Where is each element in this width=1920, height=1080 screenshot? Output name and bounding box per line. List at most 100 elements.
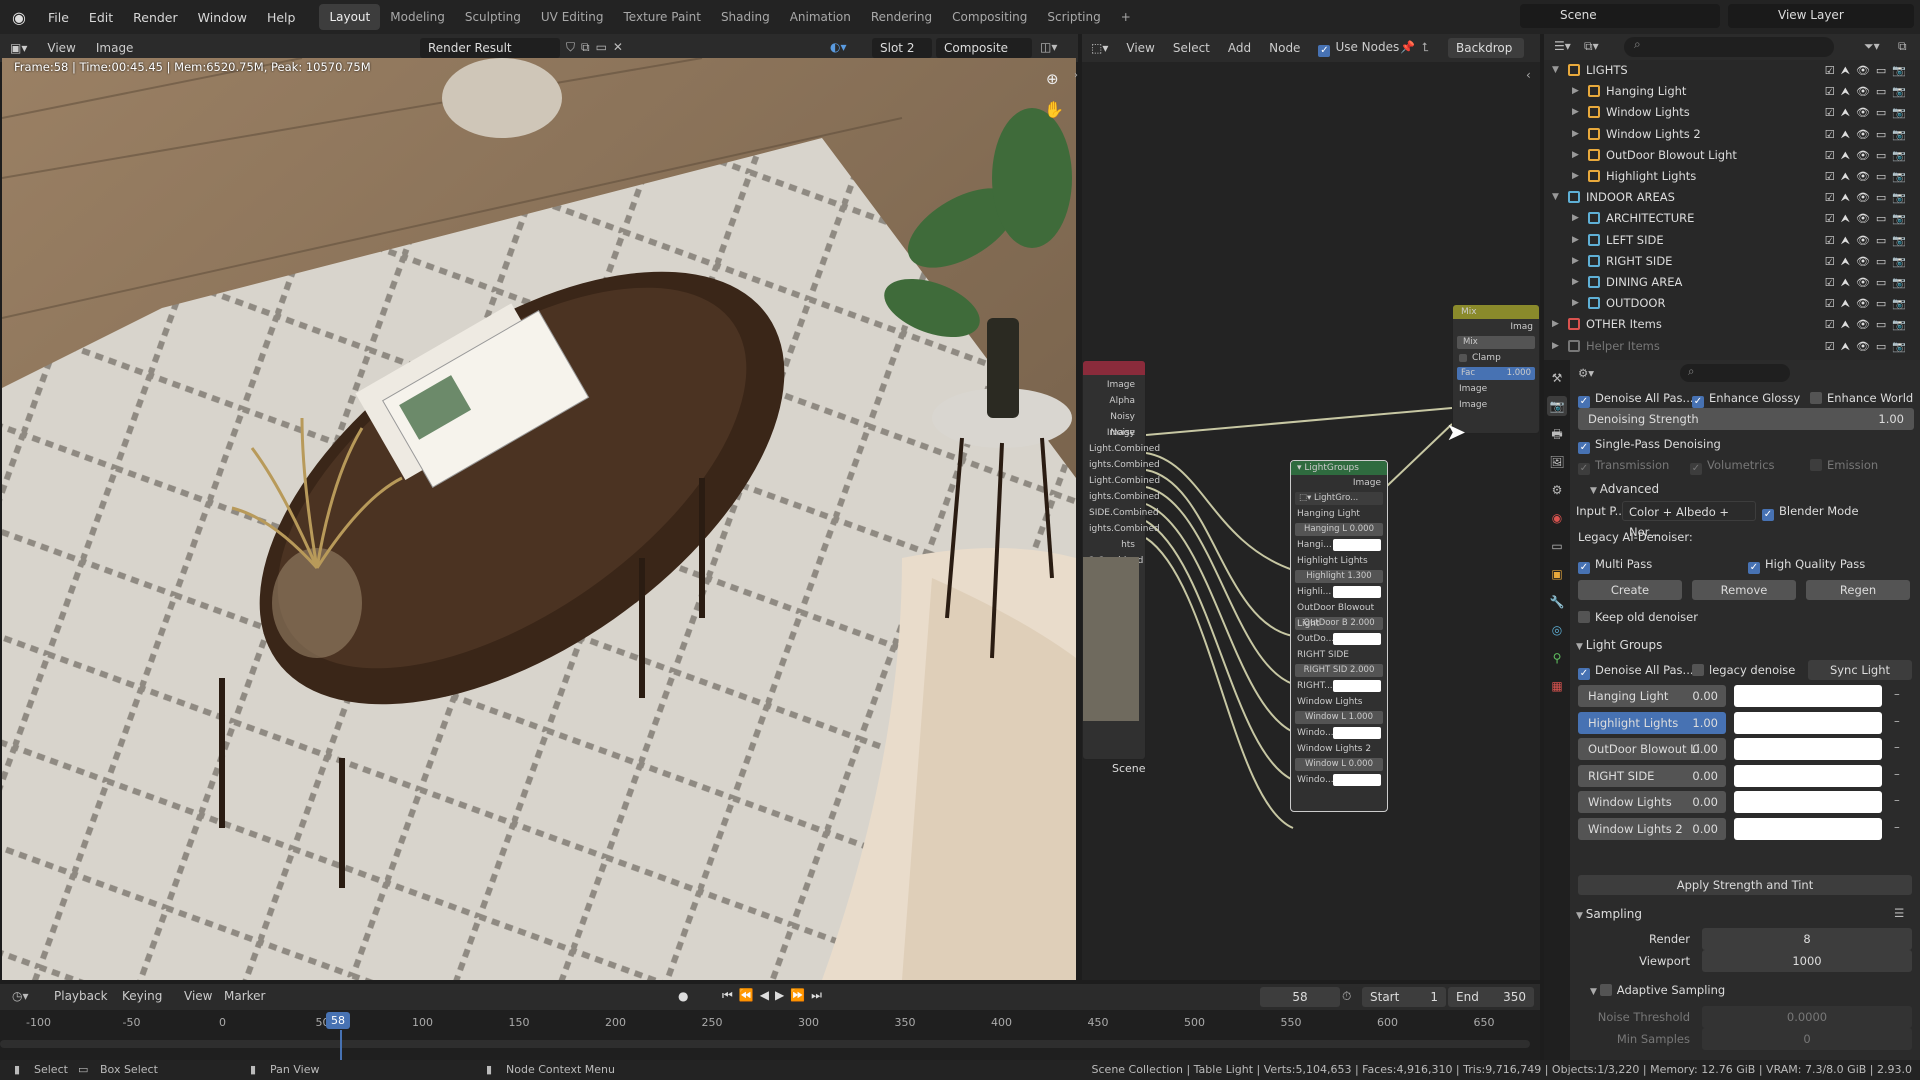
- stopwatch-icon[interactable]: ⏱: [1342, 989, 1351, 1004]
- marker-menu[interactable]: Marker: [224, 989, 265, 1003]
- lightgroup-selector[interactable]: ⬚▾ LightGro...: [1295, 492, 1383, 505]
- menu-help[interactable]: Help: [257, 10, 306, 25]
- denoise-all-passes-checkbox[interactable]: ✓ Denoise All Pas...: [1578, 387, 1694, 409]
- tab-texture-paint[interactable]: Texture Paint: [614, 4, 711, 30]
- lightgroup-color-input[interactable]: Hangi...: [1291, 537, 1387, 553]
- expand-right-icon[interactable]: ▶: [1552, 336, 1559, 357]
- lightgroup-strength-field[interactable]: Hanging L 0.000: [1295, 523, 1383, 536]
- mix-fac-slider[interactable]: Fac 1.000: [1457, 367, 1535, 380]
- lightgroup-color-swatch[interactable]: [1333, 774, 1381, 786]
- input-passes-dropdown[interactable]: Color + Albedo + Nor...: [1622, 501, 1756, 539]
- mix-clamp-checkbox[interactable]: Clamp: [1453, 350, 1539, 366]
- sidebar-toggle-icon[interactable]: ◫▾: [1040, 40, 1057, 54]
- light-group-strength-slider[interactable]: RIGHT SIDE 0.00: [1578, 764, 1726, 787]
- expand-right-icon[interactable]: ▶: [1572, 81, 1579, 102]
- outliner-search-input[interactable]: ⌕: [1624, 37, 1834, 57]
- filter-icon[interactable]: ⏷▾: [1864, 39, 1880, 54]
- outliner-row[interactable]: ▶ Window Lights ☑⮝👁▭📷: [1544, 102, 1920, 123]
- chevron-left-icon[interactable]: ‹: [1526, 68, 1531, 82]
- playback-controls-icon[interactable]: ⏮⏪◀▶⏩⏭: [722, 988, 828, 1003]
- render-layers-header[interactable]: [1083, 361, 1145, 375]
- lightgroup-color-input[interactable]: Windo...: [1291, 725, 1387, 741]
- visibility-toggles-icon[interactable]: ☑⮝👁▭📷: [1825, 336, 1912, 357]
- adaptive-sampling-subpanel[interactable]: ▼ Adaptive Sampling: [1590, 979, 1725, 1001]
- parent-node-icon[interactable]: ⮤: [1422, 40, 1429, 55]
- menu-window[interactable]: Window: [188, 10, 257, 25]
- visibility-toggles-icon[interactable]: ☑⮝👁▭📷: [1825, 145, 1912, 166]
- visibility-toggles-icon[interactable]: ☑⮝👁▭📷: [1825, 314, 1912, 335]
- mix-blend-dropdown[interactable]: Mix: [1457, 336, 1535, 349]
- tab-rendering[interactable]: Rendering: [861, 4, 942, 30]
- lightgroup-color-input[interactable]: OutDo...: [1291, 631, 1387, 647]
- tab-modeling[interactable]: Modeling: [380, 4, 455, 30]
- output-tab-icon[interactable]: 🖶: [1547, 424, 1567, 444]
- outliner-row[interactable]: ▶ OutDoor Blowout Light ☑⮝👁▭📷: [1544, 145, 1920, 166]
- outliner-row[interactable]: ▼ LIGHTS ☑⮝👁▭📷: [1544, 60, 1920, 81]
- node-menu-view[interactable]: View: [1117, 41, 1163, 55]
- use-nodes-checkbox[interactable]: ✓ Use Nodes: [1309, 40, 1408, 57]
- lightgroup-color-swatch[interactable]: [1333, 539, 1381, 551]
- single-pass-checkbox[interactable]: ✓ Single-Pass Denoising: [1578, 433, 1721, 455]
- pass-selector[interactable]: Composite: [936, 38, 1032, 58]
- visibility-toggles-icon[interactable]: ☑⮝👁▭📷: [1825, 102, 1912, 123]
- timeline-area[interactable]: -100 -50 0 50 100 150 200 250 300 350 400 450 500 550…: [0, 1010, 1540, 1060]
- add-workspace-button[interactable]: +: [1111, 4, 1141, 30]
- zoom-icon[interactable]: ⊕: [1046, 70, 1059, 88]
- visibility-toggles-icon[interactable]: ☑⮝👁▭📷: [1825, 166, 1912, 187]
- viewport-samples-field[interactable]: 1000: [1702, 950, 1912, 972]
- blender-mode-checkbox[interactable]: ✓ Blender Mode: [1762, 500, 1859, 522]
- render-result-image[interactable]: [2, 58, 1076, 980]
- tab-animation[interactable]: Animation: [780, 4, 861, 30]
- lightgroup-strength-field[interactable]: Window L 0.000: [1295, 758, 1383, 771]
- remove-button[interactable]: Remove: [1692, 580, 1796, 600]
- current-frame-field[interactable]: 58: [1260, 987, 1340, 1007]
- remove-light-group-icon[interactable]: –: [1894, 820, 1900, 834]
- light-group-tint-color[interactable]: [1734, 791, 1882, 813]
- visibility-toggles-icon[interactable]: ☑⮝👁▭📷: [1825, 60, 1912, 81]
- lightgroup-color-swatch[interactable]: [1333, 633, 1381, 645]
- image-actions-icon[interactable]: ⛉⧉▭✕: [566, 40, 629, 55]
- create-button[interactable]: Create: [1578, 580, 1682, 600]
- regen-button[interactable]: Regen: [1806, 580, 1910, 600]
- node-editor-type-icon[interactable]: ⬚▾: [1082, 41, 1117, 55]
- visibility-toggles-icon[interactable]: ☑⮝👁▭📷: [1825, 272, 1912, 293]
- outliner-row[interactable]: ▶ Highlight Lights ☑⮝👁▭📷: [1544, 166, 1920, 187]
- outliner-row[interactable]: ▶ DINING AREA ☑⮝👁▭📷: [1544, 272, 1920, 293]
- render-layers-node[interactable]: Image Alpha Noisy Image Noisy Light.Comb…: [1082, 360, 1160, 760]
- start-frame-field[interactable]: Start 1: [1362, 987, 1446, 1007]
- expand-down-icon[interactable]: ▼: [1552, 60, 1559, 81]
- outliner-row[interactable]: ▶ OUTDOOR ☑⮝👁▭📷: [1544, 293, 1920, 314]
- pan-hand-icon[interactable]: ✋: [1044, 100, 1064, 119]
- presets-list-icon[interactable]: ☰: [1894, 906, 1904, 920]
- tab-layout[interactable]: Layout: [319, 4, 381, 30]
- view-layer-tab-icon[interactable]: 🖼: [1547, 452, 1567, 472]
- visibility-toggles-icon[interactable]: ☑⮝👁▭📷: [1825, 187, 1912, 208]
- light-group-tint-color[interactable]: [1734, 685, 1882, 707]
- light-group-strength-slider[interactable]: Hanging Light 0.00: [1578, 685, 1726, 707]
- node-menu-select[interactable]: Select: [1164, 41, 1219, 55]
- mix-node[interactable]: Mix Imag Mix Clamp Fac 1.000 Image Image: [1452, 304, 1540, 434]
- outliner-row[interactable]: ▶ ARCHITECTURE ☑⮝👁▭📷: [1544, 208, 1920, 229]
- remove-light-group-icon[interactable]: –: [1894, 740, 1900, 754]
- properties-editor-icon[interactable]: ⚙▾: [1578, 366, 1594, 380]
- expand-right-icon[interactable]: ▶: [1572, 251, 1579, 272]
- visibility-toggles-icon[interactable]: ☑⮝👁▭📷: [1825, 124, 1912, 145]
- visibility-toggles-icon[interactable]: ☑⮝👁▭📷: [1825, 251, 1912, 272]
- properties-search-input[interactable]: ⌕: [1680, 364, 1790, 382]
- outliner-row[interactable]: ▶ RIGHT SIDE ☑⮝👁▭📷: [1544, 251, 1920, 272]
- backdrop-toggle[interactable]: Backdrop: [1448, 38, 1524, 58]
- outliner-row[interactable]: ▼ INDOOR AREAS ☑⮝👁▭📷: [1544, 187, 1920, 208]
- physics-tab-icon[interactable]: ◎: [1547, 620, 1567, 640]
- image-selector[interactable]: Render Result: [420, 38, 560, 58]
- tab-compositing[interactable]: Compositing: [942, 4, 1037, 30]
- multi-pass-checkbox[interactable]: ✓ Multi Pass: [1578, 553, 1652, 575]
- expand-right-icon[interactable]: ▶: [1572, 102, 1579, 123]
- world-tab-icon[interactable]: ◉: [1547, 508, 1567, 528]
- constraints-tab-icon[interactable]: ⚲: [1547, 648, 1567, 668]
- lg-denoise-all-checkbox[interactable]: ✓ Denoise All Pas...: [1578, 659, 1694, 681]
- display-channels-icon[interactable]: ◐▾: [830, 40, 847, 54]
- tab-sculpting[interactable]: Sculpting: [455, 4, 531, 30]
- outliner-row[interactable]: ▶ LEFT SIDE ☑⮝👁▭📷: [1544, 230, 1920, 251]
- apply-strength-tint-button[interactable]: Apply Strength and Tint: [1578, 875, 1912, 895]
- lightgroup-color-input[interactable]: Windo...: [1291, 772, 1387, 788]
